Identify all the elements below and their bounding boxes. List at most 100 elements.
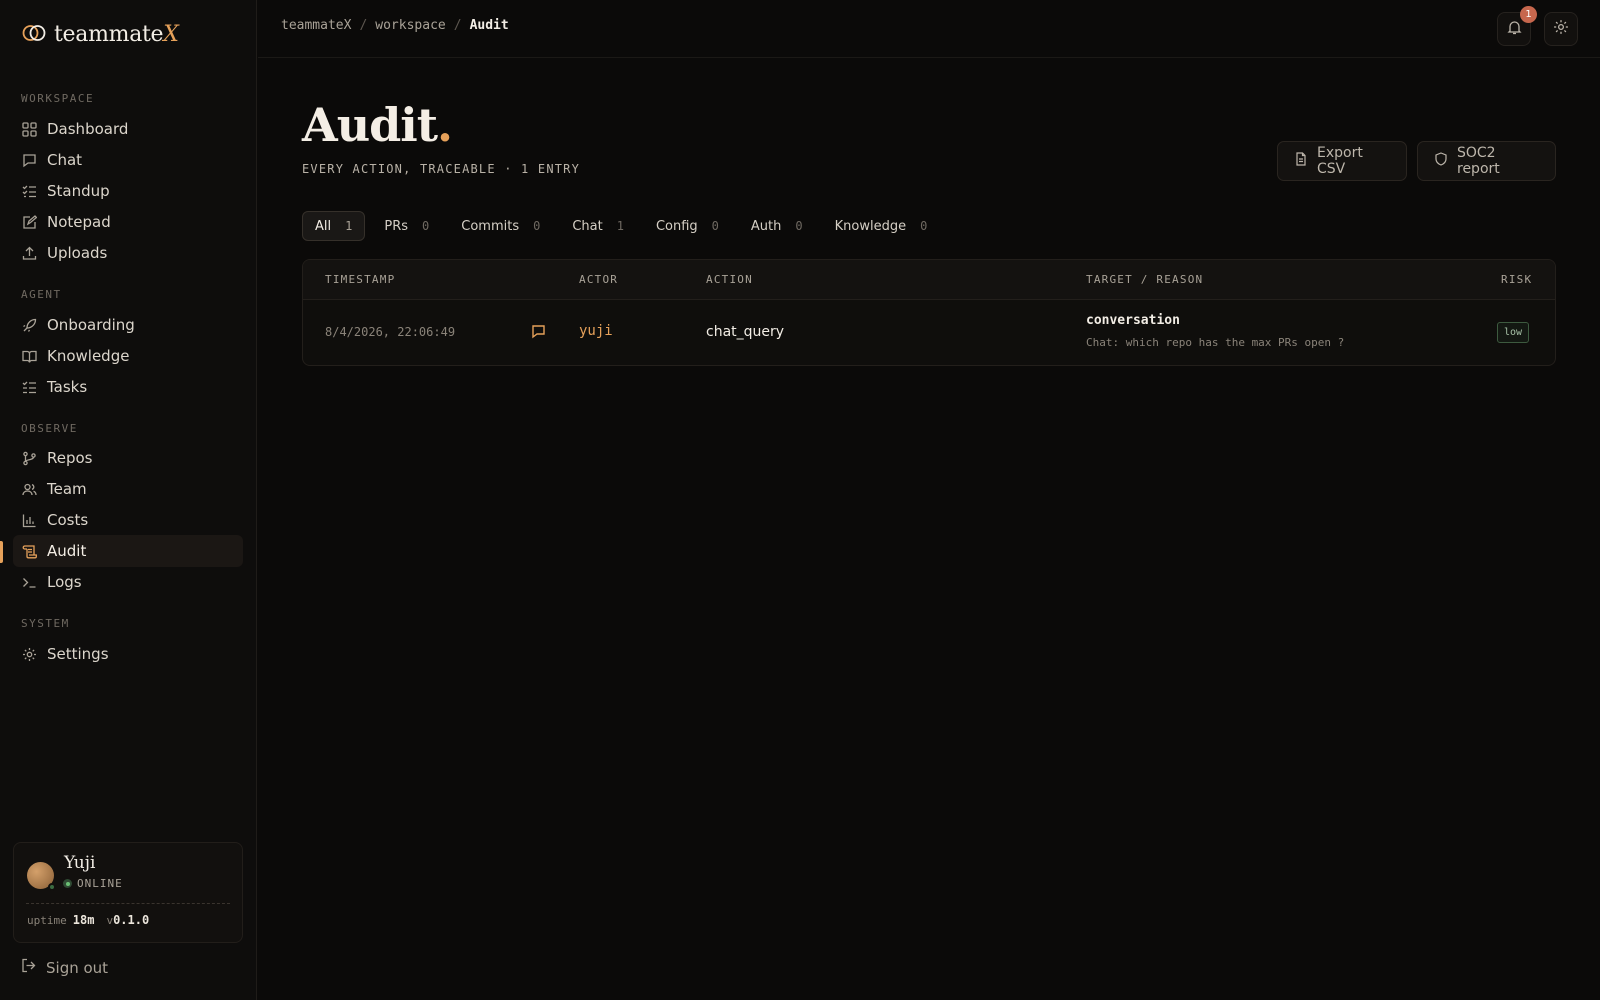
sidebar-item-standup[interactable]: Standup bbox=[13, 175, 243, 207]
soc2-report-button[interactable]: SOC2 report bbox=[1417, 141, 1556, 181]
user-name: Yuji bbox=[64, 853, 96, 873]
list-check-icon bbox=[21, 379, 37, 395]
uptime-value: 18m bbox=[72, 913, 95, 927]
online-indicator bbox=[63, 879, 72, 888]
book-icon bbox=[21, 348, 37, 364]
soc2-report-label: SOC2 report bbox=[1457, 145, 1500, 177]
nav-section-workspace: WORKSPACE bbox=[21, 92, 95, 105]
sidebar-item-label: Knowledge bbox=[47, 347, 130, 365]
row-timestamp: 8/4/2026, 22:06:49 bbox=[325, 325, 456, 339]
file-icon bbox=[1294, 152, 1308, 170]
sidebar-item-repos[interactable]: Repos bbox=[13, 442, 243, 474]
sign-out-icon bbox=[21, 958, 36, 977]
shield-icon bbox=[1434, 152, 1448, 170]
chat-bubble-icon bbox=[531, 324, 546, 343]
sidebar-item-label: Team bbox=[47, 480, 87, 498]
sidebar-item-label: Audit bbox=[47, 542, 87, 560]
nav-section-observe: OBSERVE bbox=[21, 422, 78, 435]
bar-chart-icon bbox=[21, 512, 37, 528]
sidebar-item-label: Chat bbox=[47, 151, 83, 169]
row-action: chat_query bbox=[706, 324, 785, 340]
breadcrumb-separator: / bbox=[453, 18, 462, 33]
notifications-button[interactable]: 1 bbox=[1497, 6, 1537, 46]
column-header-action[interactable]: ACTION bbox=[706, 273, 753, 286]
export-csv-label: Export CSV bbox=[1317, 145, 1363, 177]
logo-accent: X bbox=[163, 22, 179, 47]
app-logo[interactable]: teammateX bbox=[22, 22, 179, 47]
message-icon bbox=[21, 152, 37, 168]
terminal-icon bbox=[21, 574, 37, 590]
users-icon bbox=[21, 481, 37, 497]
row-target: conversation bbox=[1086, 313, 1180, 328]
audit-table: TIMESTAMP ACTOR ACTION TARGET / REASON R… bbox=[302, 259, 1556, 366]
logo-icon bbox=[22, 23, 46, 47]
notification-badge: 1 bbox=[1520, 6, 1537, 23]
notepad-icon bbox=[21, 214, 37, 230]
sidebar-item-onboarding[interactable]: Onboarding bbox=[13, 309, 243, 341]
sidebar-item-knowledge[interactable]: Knowledge bbox=[13, 340, 243, 372]
sign-out-button[interactable]: Sign out bbox=[21, 958, 108, 977]
column-header-target[interactable]: TARGET / REASON bbox=[1086, 273, 1203, 286]
git-branch-icon bbox=[21, 450, 37, 466]
sidebar-item-label: Repos bbox=[47, 449, 93, 467]
filter-knowledge[interactable]: Knowledge 0 bbox=[822, 211, 941, 241]
settings-button[interactable] bbox=[1544, 12, 1578, 46]
nav-section-system: SYSTEM bbox=[21, 617, 70, 630]
column-header-timestamp[interactable]: TIMESTAMP bbox=[325, 273, 395, 286]
sidebar-item-uploads[interactable]: Uploads bbox=[13, 237, 243, 269]
table-row[interactable]: 8/4/2026, 22:06:49 yuji chat_query conve… bbox=[303, 301, 1555, 365]
sidebar-item-label: Notepad bbox=[47, 213, 111, 231]
page-title: Audit. bbox=[302, 98, 453, 152]
breadcrumb-separator: / bbox=[359, 18, 368, 33]
sidebar-item-label: Standup bbox=[47, 182, 110, 200]
row-actor[interactable]: yuji bbox=[579, 323, 613, 339]
gear-icon bbox=[1553, 19, 1569, 39]
sidebar-item-label: Costs bbox=[47, 511, 89, 529]
user-status: ONLINE bbox=[63, 877, 123, 890]
sidebar-item-settings[interactable]: Settings bbox=[13, 638, 243, 670]
sidebar-item-label: Dashboard bbox=[47, 120, 129, 138]
filter-prs[interactable]: PRs 0 bbox=[371, 211, 442, 241]
sign-out-label: Sign out bbox=[46, 958, 109, 977]
top-bar: teammateX / workspace / Audit 1 bbox=[258, 0, 1600, 58]
sidebar-item-dashboard[interactable]: Dashboard bbox=[13, 113, 243, 145]
uptime-label: uptime bbox=[27, 914, 67, 927]
sidebar-item-label: Uploads bbox=[47, 244, 108, 262]
column-header-risk[interactable]: RISK bbox=[1501, 273, 1532, 286]
sidebar-item-team[interactable]: Team bbox=[13, 473, 243, 505]
sidebar-item-logs[interactable]: Logs bbox=[13, 566, 243, 598]
sidebar: teammateX WORKSPACE Dashboard Chat Stand… bbox=[0, 0, 257, 1000]
filter-config[interactable]: Config 0 bbox=[643, 211, 732, 241]
export-csv-button[interactable]: Export CSV bbox=[1277, 141, 1407, 181]
sidebar-item-audit[interactable]: Audit bbox=[13, 535, 243, 567]
sidebar-item-notepad[interactable]: Notepad bbox=[13, 206, 243, 238]
app-root: teammateX WORKSPACE Dashboard Chat Stand… bbox=[0, 0, 1600, 1000]
sidebar-item-costs[interactable]: Costs bbox=[13, 504, 243, 536]
risk-badge: low bbox=[1497, 322, 1530, 343]
checklist-icon bbox=[21, 183, 37, 199]
breadcrumb: teammateX / workspace / Audit bbox=[281, 18, 509, 33]
version-value: 0.1.0 bbox=[113, 913, 150, 927]
scroll-icon bbox=[21, 543, 37, 559]
gear-icon bbox=[21, 646, 37, 662]
filter-commits[interactable]: Commits 0 bbox=[448, 211, 553, 241]
filter-auth[interactable]: Auth 0 bbox=[738, 211, 816, 241]
breadcrumb-current: Audit bbox=[469, 18, 509, 33]
filter-all[interactable]: All 1 bbox=[302, 211, 366, 241]
sidebar-item-label: Logs bbox=[47, 573, 82, 591]
table-header: TIMESTAMP ACTOR ACTION TARGET / REASON R… bbox=[303, 260, 1555, 300]
active-indicator bbox=[0, 541, 3, 563]
breadcrumb-item[interactable]: workspace bbox=[375, 18, 445, 33]
upload-icon bbox=[21, 245, 37, 261]
column-header-actor[interactable]: ACTOR bbox=[579, 273, 618, 286]
filter-tabs: All 1 PRs 0 Commits 0 Chat 1 Config 0 Auth 0 K… bbox=[302, 211, 940, 241]
logo-text: teammate bbox=[54, 22, 164, 47]
sidebar-item-chat[interactable]: Chat bbox=[13, 144, 243, 176]
presence-dot bbox=[48, 883, 56, 891]
sidebar-item-label: Onboarding bbox=[47, 316, 135, 334]
breadcrumb-item[interactable]: teammateX bbox=[281, 18, 351, 33]
filter-chat[interactable]: Chat 1 bbox=[559, 211, 637, 241]
sidebar-item-tasks[interactable]: Tasks bbox=[13, 371, 243, 403]
user-card[interactable]: Yuji ONLINE uptime 18m v0.1.0 bbox=[13, 842, 243, 943]
sidebar-item-label: Settings bbox=[47, 645, 109, 663]
